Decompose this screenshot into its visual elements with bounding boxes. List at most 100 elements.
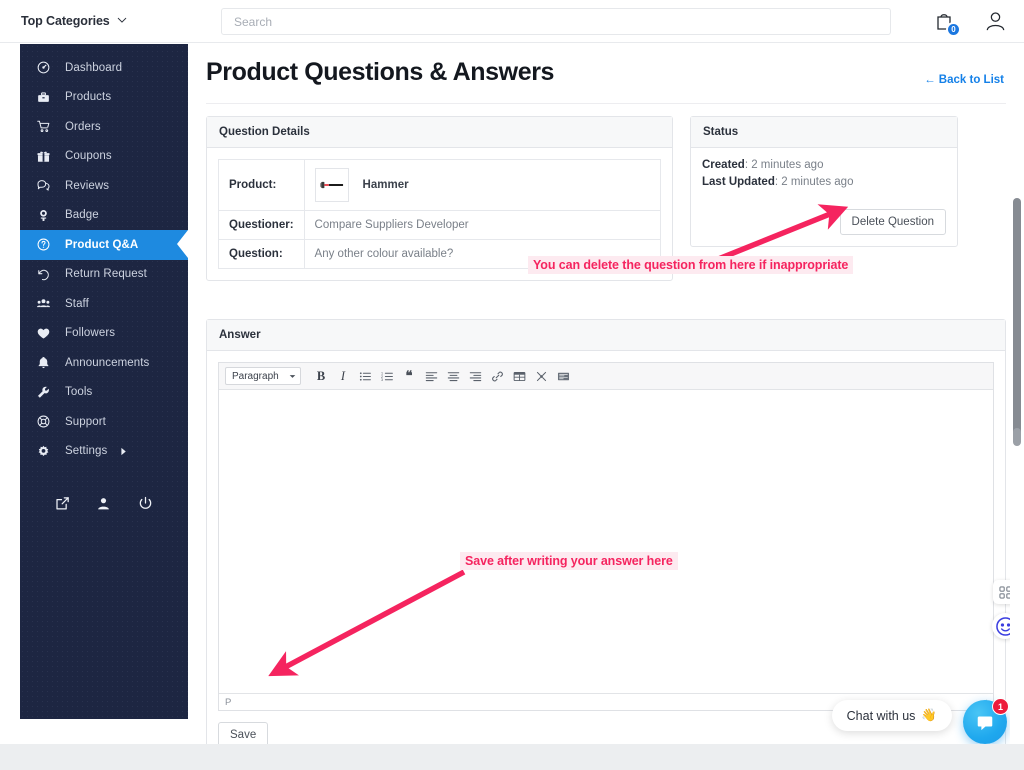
insert-table-button[interactable] xyxy=(508,367,530,386)
status-card: Status Created: 2 minutes ago Last Updat… xyxy=(690,116,958,247)
search-box[interactable] xyxy=(221,8,891,35)
bell-icon xyxy=(33,356,53,369)
user-icon xyxy=(986,12,1005,31)
detail-label: Product: xyxy=(218,159,305,211)
sidebar-item-support[interactable]: Support xyxy=(20,407,188,437)
delete-question-button[interactable]: Delete Question xyxy=(839,209,946,235)
sidebar-item-staff[interactable]: Staff xyxy=(20,289,188,319)
sidebar-item-label: Products xyxy=(65,91,112,104)
answer-editor-area[interactable] xyxy=(219,390,993,693)
sidebar-footer xyxy=(20,478,188,511)
last-updated-value: : 2 minutes ago xyxy=(774,176,854,188)
table-row: Questioner: Compare Suppliers Developer xyxy=(218,210,662,240)
user-icon[interactable] xyxy=(96,496,111,511)
sidebar-item-return-request[interactable]: Return Request xyxy=(20,260,188,290)
question-details-title: Question Details xyxy=(207,117,672,148)
created-line: Created: 2 minutes ago xyxy=(702,159,946,171)
question-circle-icon xyxy=(33,238,53,251)
back-to-list-link[interactable]: ← Back to List xyxy=(924,74,1004,86)
chat-launcher-button[interactable]: 1 xyxy=(963,698,1009,744)
page-scrollbar-track[interactable] xyxy=(1010,43,1024,770)
cart-icon xyxy=(33,120,53,133)
detail-value-cell: Compare Suppliers Developer xyxy=(303,210,662,240)
hammer-product-image xyxy=(314,168,349,202)
annotation-delete-hint: You can delete the question from here if… xyxy=(528,256,854,274)
source-code-button[interactable] xyxy=(552,367,574,386)
wrench-icon xyxy=(33,386,53,399)
editor-element-path: P xyxy=(225,696,232,708)
created-value: : 2 minutes ago xyxy=(744,159,824,171)
align-left-button[interactable] xyxy=(420,367,442,386)
sidebar-item-label: Dashboard xyxy=(65,61,123,74)
cart-count-badge: 0 xyxy=(946,21,961,37)
sidebar-item-reviews[interactable]: Reviews xyxy=(20,171,188,201)
bold-button[interactable]: B xyxy=(310,367,332,386)
format-select[interactable]: Paragraph xyxy=(225,367,301,385)
sidebar-item-announcements[interactable]: Announcements xyxy=(20,348,188,378)
delete-button-row: Delete Question xyxy=(702,209,946,235)
page-header: Product Questions & Answers ← Back to Li… xyxy=(188,44,1024,87)
waving-hand-icon: 👋 xyxy=(921,708,937,722)
blockquote-button[interactable]: ❝ xyxy=(398,367,420,386)
chat-bubble[interactable]: Chat with us 👋 xyxy=(831,700,952,731)
answer-card-title: Answer xyxy=(207,320,1005,351)
editor-toolbar: Paragraph B I 1 2 3 ❝ xyxy=(219,363,993,390)
chevron-down-icon xyxy=(117,15,126,24)
sidebar-item-dashboard[interactable]: Dashboard xyxy=(20,53,188,83)
save-button[interactable]: Save xyxy=(218,722,269,744)
italic-button[interactable]: I xyxy=(332,367,354,386)
top-categories-dropdown[interactable]: Top Categories xyxy=(21,14,126,28)
sidebar-item-label: Staff xyxy=(65,297,89,310)
caret-right-icon[interactable] xyxy=(120,447,127,456)
top-categories-label: Top Categories xyxy=(21,14,110,28)
align-right-button[interactable] xyxy=(464,367,486,386)
bullet-list-button[interactable] xyxy=(354,367,376,386)
external-link-icon[interactable] xyxy=(55,496,70,511)
page-scrollbar-thumb-secondary[interactable] xyxy=(1013,428,1021,446)
sidebar-item-label: Reviews xyxy=(65,179,110,192)
unlink-button[interactable] xyxy=(530,367,552,386)
heart-icon xyxy=(33,327,53,340)
svg-text:3: 3 xyxy=(381,378,383,382)
sidebar-item-badge[interactable]: Badge xyxy=(20,201,188,231)
search-input[interactable] xyxy=(222,9,890,34)
sidebar-item-orders[interactable]: Orders xyxy=(20,112,188,142)
cards-row: Question Details Product: Hammer Questione… xyxy=(188,104,1024,281)
power-icon[interactable] xyxy=(138,496,153,511)
product-cell: Hammer xyxy=(314,168,650,202)
award-icon xyxy=(33,209,53,222)
dashboard-icon xyxy=(33,61,53,74)
sidebar-item-label: Announcements xyxy=(65,356,150,369)
product-name: Hammer xyxy=(362,179,409,191)
shopping-bag-button[interactable]: 0 xyxy=(931,9,961,37)
created-label: Created xyxy=(702,159,745,171)
status-card-title: Status xyxy=(691,117,957,148)
chat-unread-badge: 1 xyxy=(992,698,1009,715)
sidebar-item-tools[interactable]: Tools xyxy=(20,378,188,408)
rich-text-editor: Paragraph BI123❝ P ◢ xyxy=(218,362,994,711)
page-scrollbar-thumb[interactable] xyxy=(1013,198,1021,443)
detail-label: Question: xyxy=(218,239,305,269)
sidebar-item-followers[interactable]: Followers xyxy=(20,319,188,349)
gift-icon xyxy=(33,150,53,163)
app-root: Top Categories 0 xyxy=(0,0,1024,770)
left-gutter xyxy=(0,43,20,770)
chevron-down-icon xyxy=(289,374,296,378)
gear-icon xyxy=(33,445,53,458)
sidebar-item-products[interactable]: Products xyxy=(20,83,188,113)
annotation-save-hint: Save after writing your answer here xyxy=(460,552,678,570)
numbered-list-button[interactable]: 123 xyxy=(376,367,398,386)
answer-card: Answer Paragraph BI123❝ P ◢ Save xyxy=(206,319,1006,744)
chat-bubble-text: Chat with us xyxy=(846,708,916,723)
sidebar-item-label: Settings xyxy=(65,445,108,458)
align-center-button[interactable] xyxy=(442,367,464,386)
format-select-value: Paragraph xyxy=(232,370,279,382)
main-content: Product Questions & Answers ← Back to Li… xyxy=(188,44,1024,744)
insert-link-button[interactable] xyxy=(486,367,508,386)
sidebar-item-product-q-a[interactable]: Product Q&A xyxy=(20,230,188,260)
question-details-table: Product: Hammer Questioner: Compare Supplie… xyxy=(218,159,662,269)
sidebar-item-coupons[interactable]: Coupons xyxy=(20,142,188,172)
comments-icon xyxy=(33,179,53,192)
account-button[interactable] xyxy=(983,9,1008,34)
sidebar-item-settings[interactable]: Settings xyxy=(20,437,188,467)
